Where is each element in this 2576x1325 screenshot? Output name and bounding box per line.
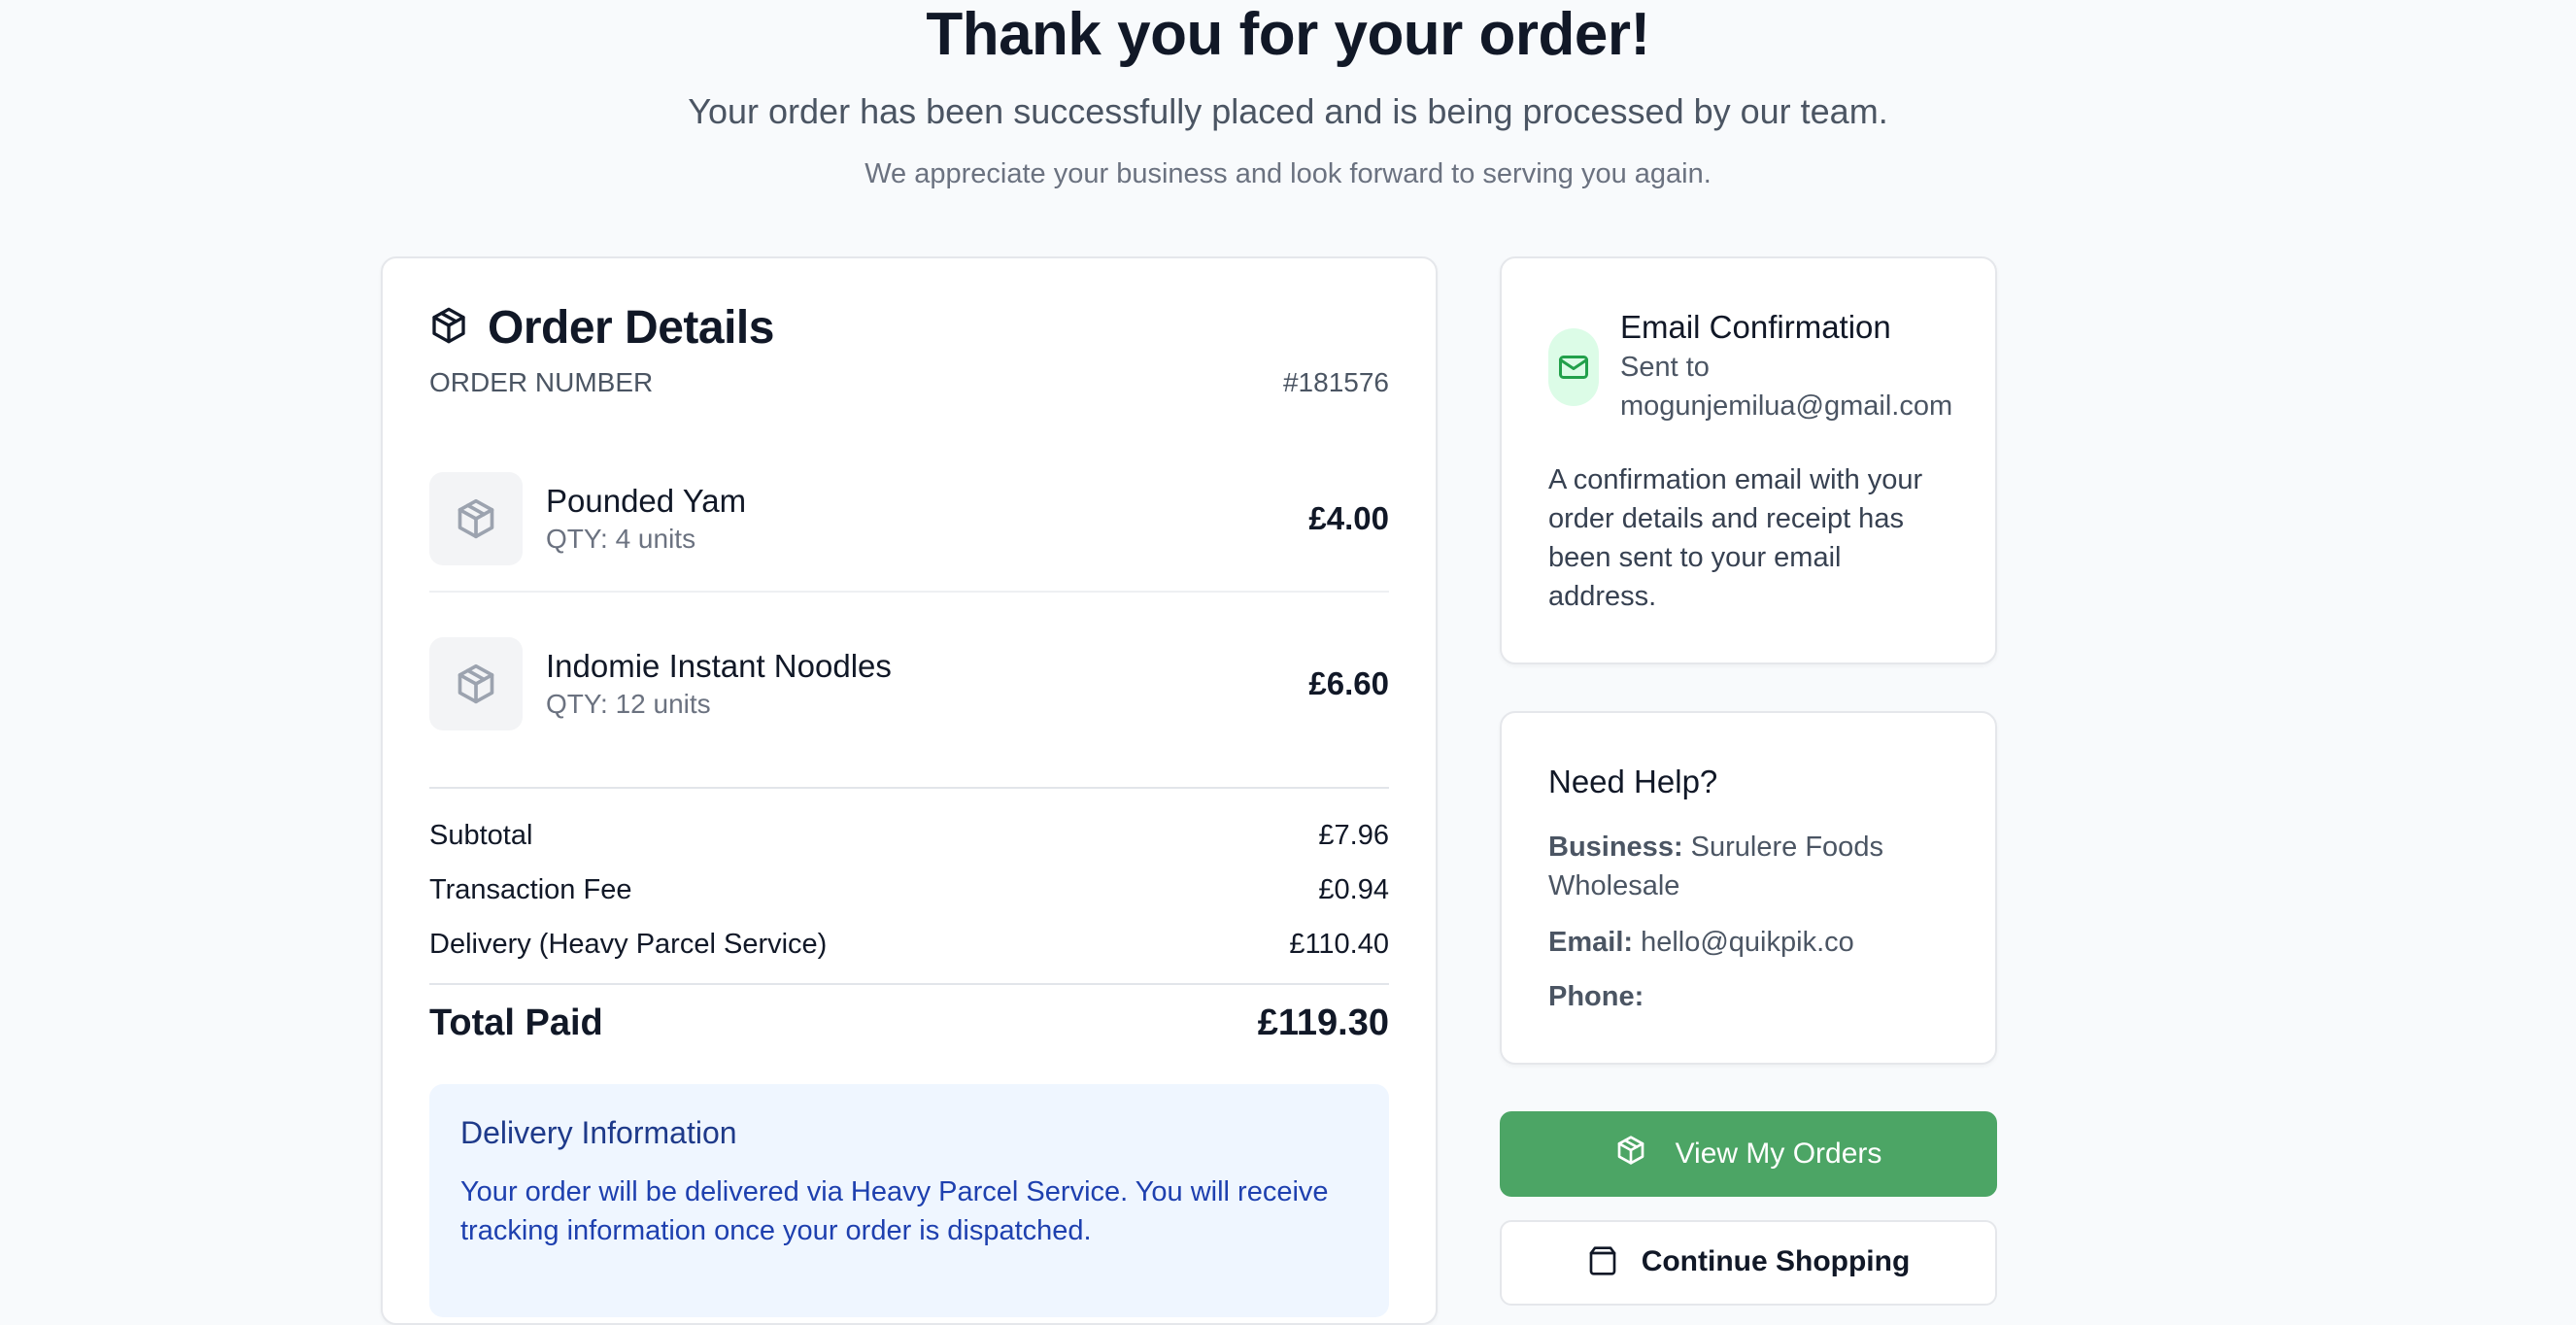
total-value: £119.30: [1257, 1002, 1389, 1043]
help-business: Business: Surulere Foods Wholesale: [1548, 828, 1956, 905]
item-quantity: QTY: 4 units: [546, 524, 696, 554]
order-number-label: ORDER NUMBER: [429, 367, 654, 397]
total-row: Total Paid £119.30: [429, 1002, 1389, 1044]
continue-shopping-label: Continue Shopping: [1641, 1245, 1911, 1277]
email-confirmation-title: Email Confirmation: [1620, 309, 1891, 345]
delivery-fee-value: £110.40: [1289, 929, 1389, 960]
hero-note: We appreciate your business and look for…: [864, 158, 1712, 189]
need-help-title: Need Help?: [1548, 764, 1718, 799]
email-confirmation-text: A confirmation email with your order det…: [1548, 464, 1923, 612]
delivery-fee-label: Delivery (Heavy Parcel Service): [429, 929, 828, 960]
email-address: mogunjemilua@gmail.com: [1620, 391, 1953, 422]
hero-subtitle: Your order has been successfully placed …: [688, 91, 1888, 131]
view-my-orders-button[interactable]: View My Orders: [1500, 1111, 1997, 1197]
subtotal-row: Subtotal £7.96: [429, 820, 1389, 852]
package-icon: [429, 637, 523, 730]
help-email-value[interactable]: hello@quikpik.co: [1641, 927, 1854, 958]
help-email-label: Email:: [1548, 927, 1634, 958]
delivery-fee-row: Delivery (Heavy Parcel Service) £110.40: [429, 929, 1389, 961]
item-price: £6.60: [1308, 665, 1389, 701]
order-item: Pounded Yam QTY: 4 units £4.00: [429, 472, 1389, 565]
help-business-label: Business:: [1548, 832, 1683, 863]
email-confirmation-header: Email Confirmation Sent to mogunjemilua@…: [1548, 307, 1952, 425]
delivery-info-title: Delivery Information: [460, 1115, 737, 1150]
item-quantity: QTY: 12 units: [546, 689, 711, 719]
transaction-fee-value: £0.94: [1318, 874, 1389, 905]
subtotal-label: Subtotal: [429, 820, 533, 851]
help-phone: Phone:: [1548, 977, 1956, 1016]
mail-icon: [1548, 328, 1599, 406]
delivery-info-box: Delivery Information Your order will be …: [429, 1084, 1389, 1317]
view-my-orders-label: View My Orders: [1675, 1138, 1882, 1170]
package-icon: [429, 306, 468, 350]
total-label: Total Paid: [429, 1002, 603, 1043]
email-confirmation-card: Email Confirmation Sent to mogunjemilua@…: [1500, 256, 1997, 664]
item-name: Pounded Yam: [546, 483, 747, 519]
delivery-info-text: Your order will be delivered via Heavy P…: [460, 1176, 1329, 1246]
item-name: Indomie Instant Noodles: [546, 648, 892, 684]
item-divider: [429, 591, 1389, 593]
continue-shopping-button[interactable]: Continue Shopping: [1500, 1220, 1997, 1306]
order-details-card: Order Details ORDER NUMBER #181576 Pound…: [381, 256, 1438, 1325]
transaction-fee-label: Transaction Fee: [429, 874, 632, 905]
email-sent-to-label: Sent to: [1620, 352, 1710, 383]
subtotal-value: £7.96: [1318, 820, 1389, 851]
total-divider: [429, 983, 1389, 985]
package-icon: [1615, 1135, 1646, 1173]
order-details-header: Order Details: [429, 301, 774, 355]
package-icon: [429, 472, 523, 565]
shopping-bag-icon: [1587, 1245, 1618, 1284]
order-number-row: ORDER NUMBER #181576: [429, 367, 1389, 398]
item-price: £4.00: [1308, 500, 1389, 536]
order-number: #181576: [1282, 367, 1389, 397]
summary-divider: [429, 787, 1389, 789]
order-item: Indomie Instant Noodles QTY: 12 units £6…: [429, 637, 1389, 730]
help-email: Email: hello@quikpik.co: [1548, 923, 1956, 962]
page-title: Thank you for your order!: [926, 1, 1650, 68]
transaction-fee-row: Transaction Fee £0.94: [429, 874, 1389, 906]
order-details-title: Order Details: [488, 302, 774, 354]
help-phone-label: Phone:: [1548, 981, 1644, 1012]
need-help-card: Need Help? Business: Surulere Foods Whol…: [1500, 711, 1997, 1065]
